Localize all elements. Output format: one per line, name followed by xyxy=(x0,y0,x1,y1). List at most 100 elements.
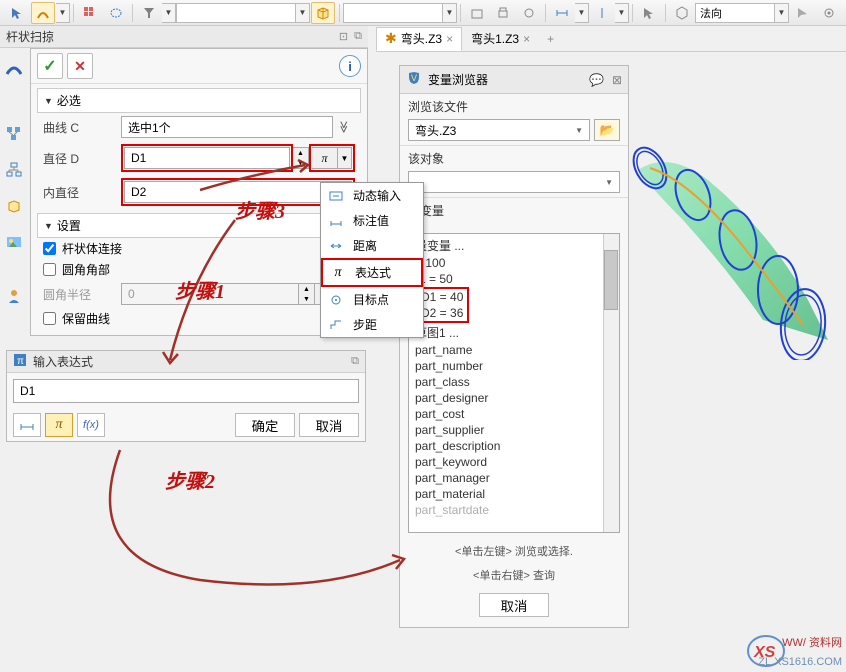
tool-select-dropdown[interactable]: ▼ xyxy=(56,3,70,23)
tool-cursor-2[interactable] xyxy=(637,2,661,24)
tab-1[interactable]: ✱ 弯头.Z3 × xyxy=(376,27,462,51)
nominal-icon xyxy=(327,213,345,229)
tab-close-icon[interactable]: × xyxy=(523,32,530,46)
dd-dynamic-input[interactable]: 动态输入 xyxy=(321,183,423,208)
list-item[interactable]: part_class xyxy=(415,374,613,390)
tab-close-icon[interactable]: × xyxy=(446,32,453,46)
list-item[interactable]: r1 = 50 xyxy=(415,271,613,287)
tool-filter-dropdown[interactable]: ▼ xyxy=(162,3,176,23)
tool-box3d[interactable] xyxy=(311,2,335,24)
rod-panel-title: 杆状扫掠 xyxy=(6,28,54,45)
curve-expand-icon[interactable]: ≫ xyxy=(333,116,355,138)
section-required[interactable]: ▼ 必选 xyxy=(37,88,361,113)
tab-2[interactable]: 弯头1.Z3 × xyxy=(462,27,539,51)
list-item[interactable]: part_name xyxy=(415,342,613,358)
expr-fx-button[interactable]: f(x) xyxy=(77,413,105,437)
list-item[interactable]: = 100 xyxy=(415,255,613,271)
tool-hex[interactable] xyxy=(670,2,694,24)
vb-msg-icon[interactable]: 💬 xyxy=(589,73,604,87)
tool-cursor[interactable] xyxy=(5,2,29,24)
lt-image-icon[interactable] xyxy=(2,230,26,254)
list-item[interactable]: 草图1 ... xyxy=(415,323,613,342)
curve-input[interactable]: 选中1个 xyxy=(121,116,333,138)
vb-scrollbar[interactable] xyxy=(603,234,619,532)
tool-dim-1[interactable] xyxy=(550,2,574,24)
section-settings[interactable]: ▼ 设置 xyxy=(37,213,361,238)
filter-combo[interactable] xyxy=(176,3,296,23)
list-item[interactable]: part_material xyxy=(415,486,613,502)
filter-combo-dropdown[interactable]: ▼ xyxy=(296,3,310,23)
dd-distance[interactable]: 距离 xyxy=(321,233,423,258)
list-item[interactable]: part_supplier xyxy=(415,422,613,438)
info-button[interactable]: i xyxy=(339,55,361,77)
dd-step[interactable]: 步距 xyxy=(321,312,423,337)
apply-button[interactable]: ✓ xyxy=(37,53,63,79)
normal-combo-dropdown[interactable]: ▼ xyxy=(775,3,789,23)
vb-title-icon: V xyxy=(406,70,422,89)
vb-file-combo[interactable]: 弯头.Z3 ▼ xyxy=(408,119,590,141)
list-item[interactable]: part_number xyxy=(415,358,613,374)
3d-viewport[interactable] xyxy=(628,120,846,360)
dd-expression[interactable]: π 表达式 xyxy=(321,258,423,287)
list-item[interactable]: part_cost xyxy=(415,406,613,422)
lt-sweep-icon[interactable] xyxy=(2,56,26,80)
tool-dim-2[interactable] xyxy=(590,2,614,24)
expr-cancel-button[interactable]: 取消 xyxy=(299,413,359,437)
document-tabs: ✱ 弯头.Z3 × 弯头1.Z3 × + xyxy=(376,26,846,52)
list-item[interactable]: part_description xyxy=(415,438,613,454)
lt-tree-icon[interactable] xyxy=(2,122,26,146)
tool-dim-dropdown[interactable]: ▼ xyxy=(575,3,589,23)
lt-person-icon[interactable] xyxy=(2,284,26,308)
diameter-spinner[interactable]: ▲▼ xyxy=(293,147,309,169)
target-icon xyxy=(327,292,345,308)
vb-cancel-button[interactable]: 取消 xyxy=(479,593,549,617)
inner-dia-input[interactable]: D2 xyxy=(124,181,352,203)
tool-lasso[interactable] xyxy=(104,2,128,24)
dd-nominal[interactable]: 标注值 xyxy=(321,208,423,233)
diameter-input[interactable]: D1 xyxy=(124,147,290,169)
tool-select-curve[interactable] xyxy=(31,2,55,24)
cancel-button[interactable]: ✕ xyxy=(67,53,93,79)
layer-combo[interactable] xyxy=(343,3,443,23)
dd-target-point[interactable]: 目标点 xyxy=(321,287,423,312)
tool-print[interactable] xyxy=(491,2,515,24)
fillet-radius-spinner[interactable]: ▲▼ xyxy=(299,283,315,305)
list-item-d1[interactable]: D1 = 40 xyxy=(421,289,463,305)
keep-curve-checkbox[interactable] xyxy=(43,312,56,325)
vb-object-combo[interactable]: ▼ xyxy=(408,171,620,193)
scrollbar-thumb[interactable] xyxy=(604,250,618,310)
vb-folder-button[interactable]: 📂 xyxy=(594,119,620,141)
layer-combo-dropdown[interactable]: ▼ xyxy=(443,3,457,23)
diameter-pi-dropdown[interactable]: ▼ xyxy=(338,147,352,169)
diameter-pi-button[interactable]: π xyxy=(312,147,338,169)
lt-hierarchy-icon[interactable] xyxy=(2,158,26,182)
tool-misc-3[interactable] xyxy=(517,2,541,24)
list-item[interactable]: part_keyword xyxy=(415,454,613,470)
tool-misc-1[interactable] xyxy=(465,2,489,24)
fillet-corner-checkbox[interactable] xyxy=(43,263,56,276)
vb-object-section: 该对象 ▼ xyxy=(400,146,628,198)
normal-combo[interactable]: 法向 xyxy=(695,3,775,23)
lt-box-icon[interactable] xyxy=(2,194,26,218)
list-item[interactable]: part_manager xyxy=(415,470,613,486)
tool-dim-2-dropdown[interactable]: ▼ xyxy=(615,3,629,23)
tool-gear[interactable] xyxy=(817,2,841,24)
tab-add[interactable]: + xyxy=(539,32,562,46)
panel-pop-icon[interactable]: ⧉ xyxy=(354,30,362,43)
expr-ok-button[interactable]: 确定 xyxy=(235,413,295,437)
expression-input[interactable]: D1 xyxy=(13,379,359,403)
tool-grid[interactable] xyxy=(78,2,102,24)
list-item[interactable]: 量变量 ... xyxy=(415,236,613,255)
list-item[interactable]: part_designer xyxy=(415,390,613,406)
list-item[interactable]: part_startdate xyxy=(415,502,613,518)
vb-close-icon[interactable]: ⊠ xyxy=(612,73,622,87)
expr-dim-button[interactable] xyxy=(13,413,41,437)
list-item-d2[interactable]: D2 = 36 xyxy=(421,305,463,321)
expr-pop-icon[interactable]: ⧉ xyxy=(351,355,359,368)
rod-connect-checkbox[interactable] xyxy=(43,242,56,255)
tool-filter[interactable] xyxy=(137,2,161,24)
panel-pin-icon[interactable]: ⊡ xyxy=(339,30,348,43)
expr-pi-button[interactable]: π xyxy=(45,413,73,437)
fillet-radius-input[interactable]: 0 xyxy=(121,283,299,305)
tool-pointer-end[interactable] xyxy=(791,2,815,24)
